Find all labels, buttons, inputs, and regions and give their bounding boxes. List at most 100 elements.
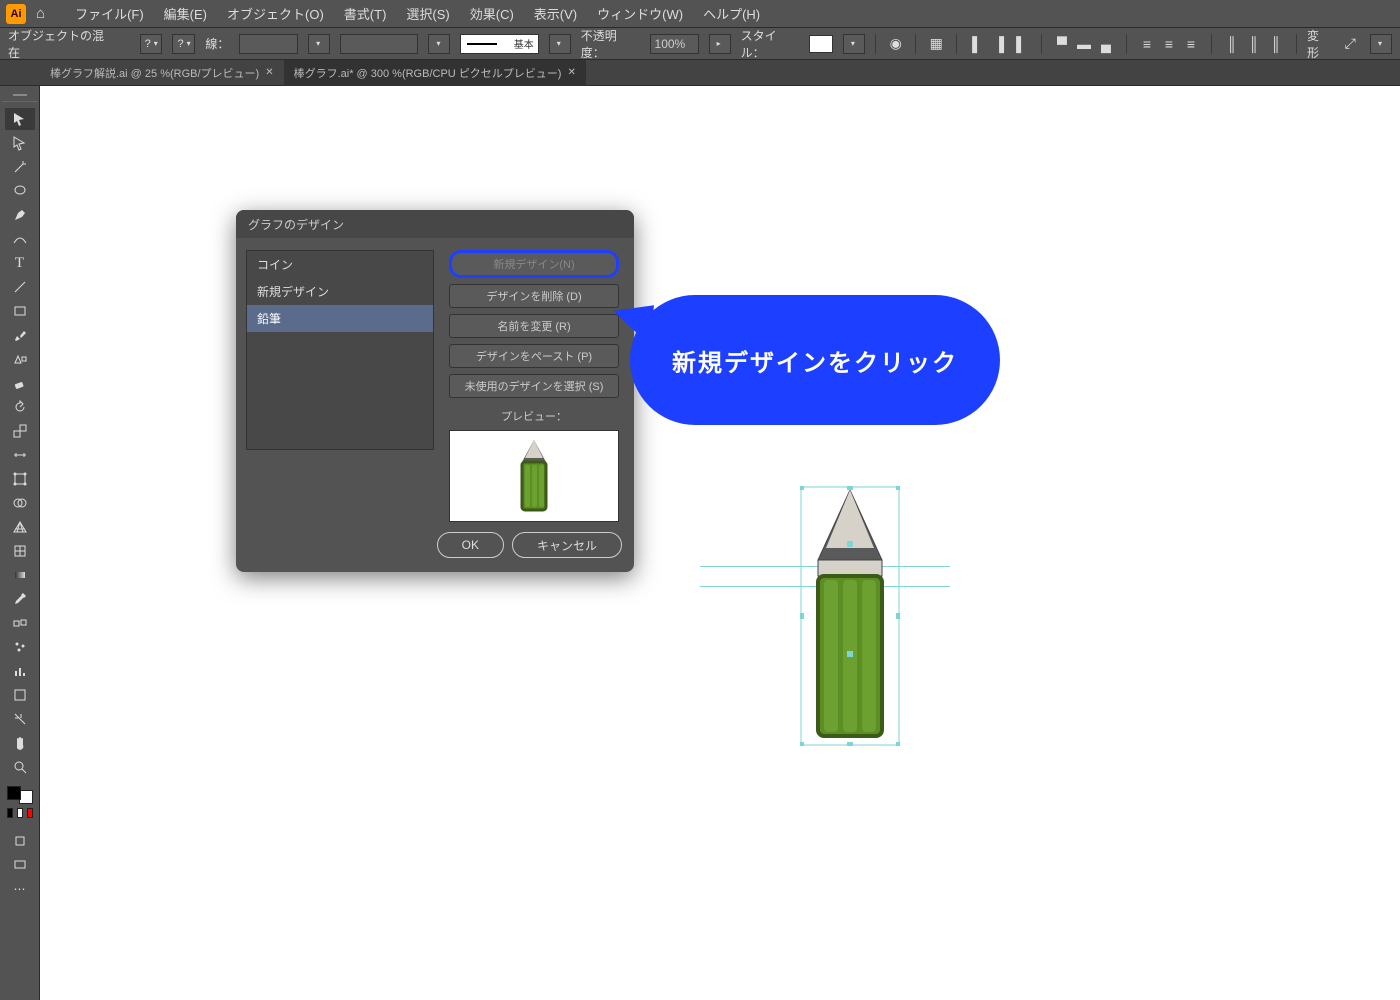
align-right-icon[interactable]: ▌ [1011,34,1031,54]
menu-select[interactable]: 選択(S) [398,4,457,23]
color-gradient-icon[interactable] [17,808,23,818]
distribute-left-icon[interactable]: ║ [1222,34,1242,54]
perspective-grid-tool-icon[interactable] [5,516,35,538]
width-dropdown[interactable]: ▾ [428,34,450,54]
magic-wand-tool-icon[interactable] [5,156,35,178]
q-dropdown-1[interactable]: ?▾ [140,34,163,54]
select-unused-button[interactable]: 未使用のデザインを選択 (S) [449,374,619,398]
pencil-artwork-selected[interactable] [800,486,900,749]
list-item[interactable]: コイン [247,251,433,278]
paintbrush-tool-icon[interactable] [5,324,35,346]
draw-mode-icon[interactable] [5,830,35,852]
color-mode-row [7,808,33,822]
brush-definition[interactable]: 基本 [460,34,538,54]
screen-mode-icon[interactable] [5,854,35,876]
pen-tool-icon[interactable] [5,204,35,226]
delete-design-button[interactable]: デザインを削除 (D) [449,284,619,308]
distribute-hcenter-icon[interactable]: ║ [1244,34,1264,54]
align-left-icon[interactable]: ▌ [967,34,987,54]
opacity-field[interactable]: 100% [650,34,699,54]
variable-width-profile[interactable] [340,34,418,54]
slice-tool-icon[interactable] [5,708,35,730]
transform-label[interactable]: 変形 [1307,27,1331,61]
style-dropdown[interactable]: ▾ [843,34,865,54]
design-list[interactable]: コイン 新規デザイン 鉛筆 [246,250,434,450]
column-graph-tool-icon[interactable] [5,660,35,682]
rectangle-tool-icon[interactable] [5,300,35,322]
rename-design-button[interactable]: 名前を変更 (R) [449,314,619,338]
tab-label: 棒グラフ解説.ai @ 25 %(RGB/プレビュー) [50,65,259,81]
list-item[interactable]: 新規デザイン [247,278,433,305]
stroke-color-icon[interactable] [19,790,33,804]
transform-icon[interactable]: ⤢ [1340,34,1360,54]
align-hcenter-icon[interactable]: ▐ [989,34,1009,54]
fill-color-icon[interactable] [7,786,21,800]
menu-file[interactable]: ファイル(F) [67,4,152,23]
distribute-top-icon[interactable]: ≡ [1137,34,1157,54]
menu-view[interactable]: 表示(V) [526,4,585,23]
eyedropper-tool-icon[interactable] [5,588,35,610]
menu-help[interactable]: ヘルプ(H) [695,4,768,23]
symbol-sprayer-tool-icon[interactable] [5,636,35,658]
fill-stroke-swatch[interactable] [7,786,33,804]
stroke-weight-field[interactable] [239,34,298,54]
recolor-icon[interactable]: ◉ [886,34,906,54]
document-tab-active[interactable]: 棒グラフ.ai* @ 300 %(RGB/CPU ピクセルプレビュー) ✕ [284,60,586,86]
distribute-vcenter-icon[interactable]: ≡ [1159,34,1179,54]
mesh-tool-icon[interactable] [5,540,35,562]
zoom-tool-icon[interactable] [5,756,35,778]
callout-text: 新規デザインをクリック [672,343,958,378]
artboard-tool-icon[interactable] [5,684,35,706]
align-panel-icon[interactable]: ▦ [926,34,946,54]
transform-dropdown[interactable]: ▾ [1370,34,1392,54]
close-icon[interactable]: ✕ [265,67,273,78]
align-bottom-icon[interactable]: ▄ [1096,34,1116,54]
menu-type[interactable]: 書式(T) [336,4,395,23]
color-solid-icon[interactable] [7,808,13,818]
align-vcenter-icon[interactable]: ▬ [1074,34,1094,54]
selection-tool-icon[interactable] [5,108,35,130]
menu-object[interactable]: オブジェクト(O) [219,4,332,23]
edit-toolbar-icon[interactable]: ⋯ [5,878,35,900]
rotate-tool-icon[interactable] [5,396,35,418]
new-design-button[interactable]: 新規デザイン(N) [449,250,619,278]
color-none-icon[interactable] [27,808,33,818]
shaper-tool-icon[interactable] [5,348,35,370]
opacity-dropdown[interactable]: ▸ [709,34,731,54]
list-item-selected[interactable]: 鉛筆 [247,305,433,332]
cancel-button[interactable]: キャンセル [512,532,622,558]
eraser-tool-icon[interactable] [5,372,35,394]
graphic-style-swatch[interactable] [809,35,833,53]
lasso-tool-icon[interactable] [5,180,35,202]
free-transform-tool-icon[interactable] [5,468,35,490]
document-tab[interactable]: 棒グラフ解説.ai @ 25 %(RGB/プレビュー) ✕ [40,60,284,86]
distribute-bottom-icon[interactable]: ≡ [1181,34,1201,54]
toolbar-grip[interactable] [2,92,38,102]
menu-window[interactable]: ウィンドウ(W) [589,4,691,23]
width-tool-icon[interactable] [5,444,35,466]
brush-dropdown[interactable]: ▾ [549,34,571,54]
stroke-dropdown[interactable]: ▾ [308,34,330,54]
divider [1041,34,1042,54]
paste-design-button[interactable]: デザインをペースト (P) [449,344,619,368]
align-top-icon[interactable]: ▀ [1052,34,1072,54]
hand-tool-icon[interactable] [5,732,35,754]
blend-tool-icon[interactable] [5,612,35,634]
menu-effect[interactable]: 効果(C) [462,4,522,23]
direct-selection-tool-icon[interactable] [5,132,35,154]
close-icon[interactable]: ✕ [567,67,575,78]
ok-button[interactable]: OK [437,532,504,558]
divider [875,34,876,54]
home-icon[interactable]: ⌂ [36,5,45,22]
app-icon: Ai [6,4,26,24]
menu-edit[interactable]: 編集(E) [156,4,215,23]
curvature-tool-icon[interactable] [5,228,35,250]
gradient-tool-icon[interactable] [5,564,35,586]
q-dropdown-2[interactable]: ?▾ [172,34,195,54]
shape-builder-tool-icon[interactable] [5,492,35,514]
scale-tool-icon[interactable] [5,420,35,442]
type-tool-icon[interactable]: T [5,252,35,274]
distribute-right-icon[interactable]: ║ [1266,34,1286,54]
chevron-down-icon: ▾ [436,39,440,48]
line-tool-icon[interactable] [5,276,35,298]
